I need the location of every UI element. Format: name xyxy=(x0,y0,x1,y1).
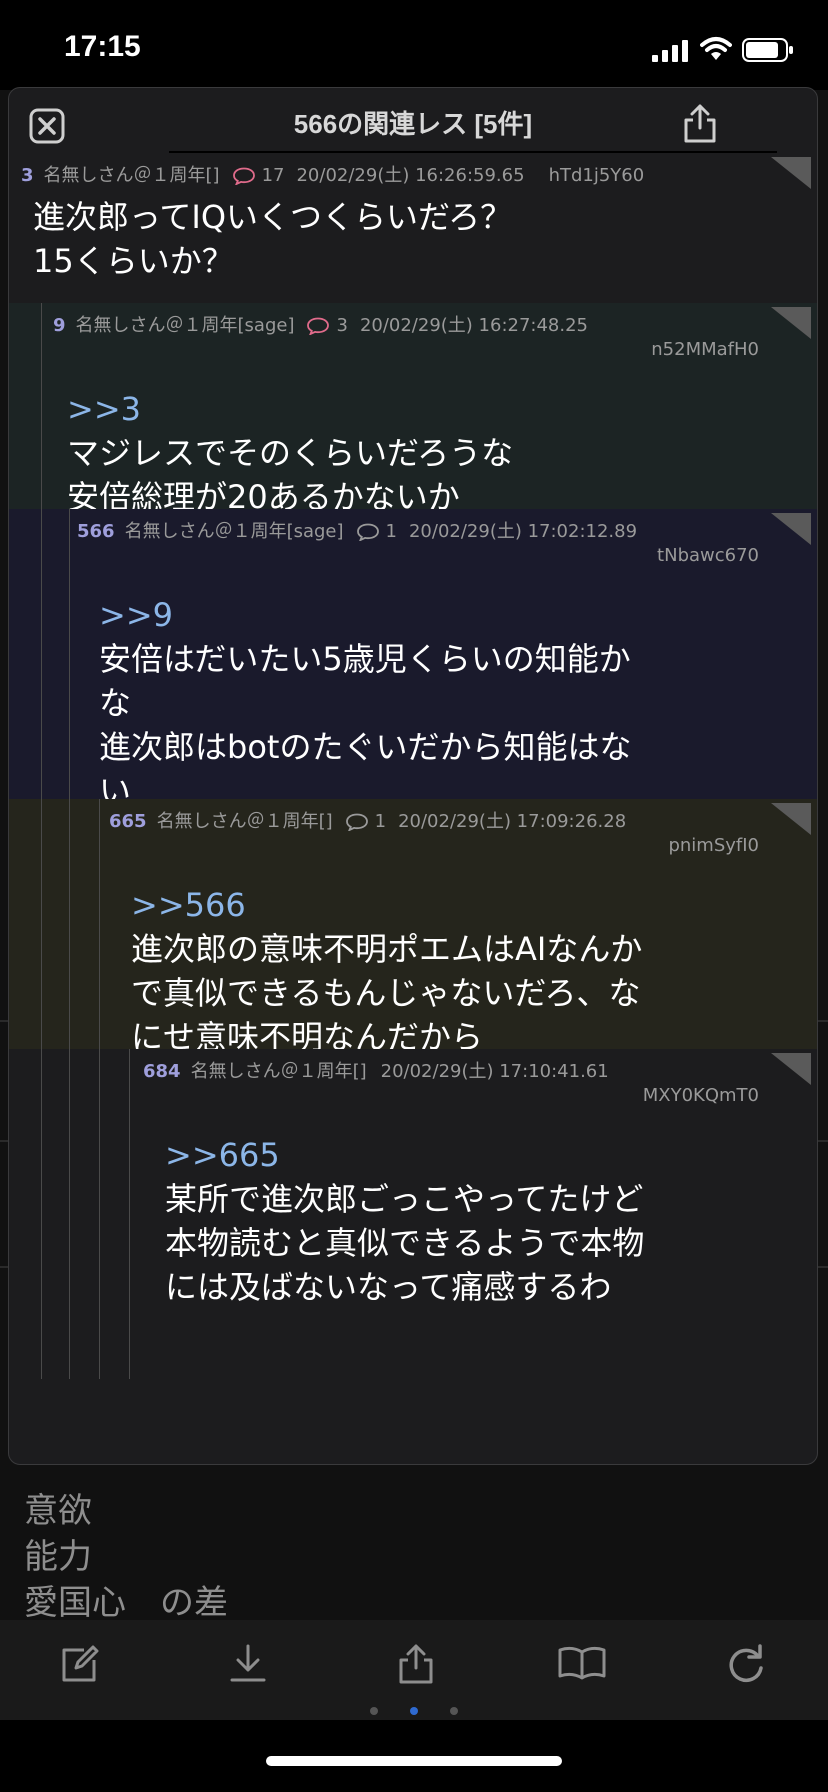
status-time: 17:15 xyxy=(64,30,141,63)
indent-line xyxy=(69,799,70,1049)
post-line: で真似できるもんじゃないだろ、な xyxy=(131,974,641,1012)
indent-line xyxy=(41,799,42,1049)
bg-line: 意欲 xyxy=(24,1491,92,1531)
page-dot[interactable] xyxy=(370,1707,378,1715)
reply-bubble-icon xyxy=(307,317,330,335)
related-posts-popup: 566の関連レス [5件] 3 名無しさん＠１周年[] 17 20/02/29(土) … xyxy=(8,87,818,1465)
post-566[interactable]: 566 名無しさん＠１周年[sage] 1 20/02/29(土) 17:02:12.… xyxy=(9,509,817,799)
post-id[interactable]: hTd1j5Y60 xyxy=(549,165,645,186)
reply-count[interactable]: 3 xyxy=(336,315,347,336)
post-meta: 665 名無しさん＠１周年[] 1 20/02/29(土) 17:09:26.28 xyxy=(109,807,650,833)
post-line: 進次郎の意味不明ポエムはAIなんか xyxy=(131,930,643,968)
fold-corner xyxy=(771,307,811,339)
post-line: い xyxy=(99,772,132,799)
bg-line: 能力 xyxy=(24,1537,92,1577)
post-body: >>3 マジレスでそのくらいだろうな 安倍総理が20あるかないか xyxy=(67,387,513,509)
reload-icon[interactable] xyxy=(724,1642,768,1686)
background-post-text: 意欲 能力 愛国心 の差 xyxy=(24,1488,228,1626)
post-line: 安倍はだいたい5歳児くらいの知能か xyxy=(99,640,631,678)
page-dot-active[interactable] xyxy=(410,1707,418,1715)
post-line: 進次郎ってIQいくつくらいだろ？ xyxy=(33,198,513,236)
reply-anchor-link[interactable]: >>566 xyxy=(131,883,642,927)
post-line: には及ばないなって痛感するわ xyxy=(165,1268,612,1306)
post-body: >>9 安倍はだいたい5歳児くらいの知能か な 進次郎はbotのたぐいだから知能… xyxy=(99,593,631,799)
indent-line xyxy=(129,1049,130,1379)
post-id[interactable]: MXY0KQmT0 xyxy=(643,1085,759,1106)
reply-anchor-link[interactable]: >>665 xyxy=(165,1133,644,1177)
share-icon[interactable] xyxy=(394,1642,438,1686)
post-body: 進次郎ってIQいくつくらいだろ？ 15くらいか？ xyxy=(33,195,512,283)
reply-count[interactable]: 1 xyxy=(375,811,386,832)
post-line: マジレスでそのくらいだろうな xyxy=(67,434,514,472)
indent-line xyxy=(99,799,100,1049)
page-indicator xyxy=(0,1700,828,1719)
post-id[interactable]: n52MMafH0 xyxy=(651,339,759,360)
post-name: 名無しさん＠１周年[sage] xyxy=(75,315,295,336)
download-icon[interactable] xyxy=(226,1642,270,1686)
post-line: 安倍総理が20あるかないか xyxy=(67,478,460,509)
reply-bubble-icon xyxy=(232,167,255,185)
indent-line xyxy=(41,303,42,509)
indent-line xyxy=(99,1049,100,1379)
post-meta: 9 名無しさん＠１周年[sage] 3 20/02/29(土) 16:27:48.25 xyxy=(53,311,612,337)
post-665[interactable]: 665 名無しさん＠１周年[] 1 20/02/29(土) 17:09:26.28 p… xyxy=(9,799,817,1049)
fold-corner xyxy=(771,803,811,835)
status-bar: 17:15 xyxy=(0,0,828,90)
indent-line xyxy=(69,1049,70,1379)
reply-count[interactable]: 17 xyxy=(262,165,285,186)
reply-bubble-icon xyxy=(356,523,379,541)
post-line: な xyxy=(99,684,132,722)
post-line: 15くらいか？ xyxy=(33,242,234,280)
post-3[interactable]: 3 名無しさん＠１周年[] 17 20/02/29(土) 16:26:59.65 hTd… xyxy=(9,153,817,303)
post-number[interactable]: 3 xyxy=(21,165,34,186)
post-date: 20/02/29(土) 17:09:26.28 xyxy=(398,811,627,832)
post-number[interactable]: 665 xyxy=(109,811,147,832)
indent-line xyxy=(41,1049,42,1379)
fold-corner xyxy=(771,157,811,189)
reply-anchor-link[interactable]: >>9 xyxy=(99,593,631,637)
indent-line xyxy=(69,509,70,799)
post-name: 名無しさん＠１周年[] xyxy=(190,1061,367,1082)
post-684[interactable]: 684 名無しさん＠１周年[] 20/02/29(土) 17:10:41.61 MX… xyxy=(9,1049,817,1379)
post-body: >>566 進次郎の意味不明ポエムはAIなんか で真似できるもんじゃないだろ、な… xyxy=(131,883,642,1049)
compose-icon[interactable] xyxy=(58,1642,102,1686)
popup-header: 566の関連レス [5件] xyxy=(9,88,817,153)
indent-line xyxy=(41,509,42,799)
post-body: >>665 某所で進次郎ごっこやってたけど 本物読むと真似できるようで本物 には… xyxy=(165,1133,644,1309)
post-9[interactable]: 9 名無しさん＠１周年[sage] 3 20/02/29(土) 16:27:48.25… xyxy=(9,303,817,509)
post-line: 某所で進次郎ごっこやってたけど xyxy=(165,1180,644,1218)
post-meta: 3 名無しさん＠１周年[] 17 20/02/29(土) 16:26:59.65 hTd… xyxy=(21,161,644,187)
reply-anchor-link[interactable]: >>3 xyxy=(67,387,513,431)
post-number[interactable]: 9 xyxy=(53,315,66,336)
page-dot[interactable] xyxy=(450,1707,458,1715)
post-number[interactable]: 566 xyxy=(77,521,115,542)
share-icon[interactable] xyxy=(681,102,719,144)
fold-corner xyxy=(771,513,811,545)
reply-bubble-icon xyxy=(345,813,368,831)
post-date: 20/02/29(土) 16:26:59.65 xyxy=(296,165,525,186)
book-icon[interactable] xyxy=(556,1642,608,1686)
post-line: 進次郎はbotのたぐいだから知能はな xyxy=(99,728,632,766)
post-date: 20/02/29(土) 17:10:41.61 xyxy=(380,1061,609,1082)
post-meta: 566 名無しさん＠１周年[sage] 1 20/02/29(土) 17:02:12.… xyxy=(77,517,661,543)
post-name: 名無しさん＠１周年[] xyxy=(43,165,220,186)
battery-icon xyxy=(742,38,793,62)
post-line: にせ意味不明なんだから xyxy=(131,1018,484,1049)
post-date: 20/02/29(土) 16:27:48.25 xyxy=(359,315,589,336)
signal-icon xyxy=(652,40,688,62)
post-number[interactable]: 684 xyxy=(143,1061,181,1082)
post-id[interactable]: tNbawc670 xyxy=(657,545,759,566)
post-line: 本物読むと真似できるようで本物 xyxy=(165,1224,645,1262)
post-date: 20/02/29(土) 17:02:12.89 xyxy=(408,521,638,542)
wifi-icon xyxy=(700,37,732,60)
reply-count[interactable]: 1 xyxy=(386,521,397,542)
post-name: 名無しさん＠１周年[] xyxy=(156,811,333,832)
post-meta: 684 名無しさん＠１周年[] 20/02/29(土) 17:10:41.61 xyxy=(143,1057,633,1083)
home-indicator[interactable] xyxy=(266,1756,562,1766)
fold-corner xyxy=(771,1053,811,1085)
post-name: 名無しさん＠１周年[sage] xyxy=(124,521,344,542)
post-id[interactable]: pnimSyfI0 xyxy=(668,835,759,856)
